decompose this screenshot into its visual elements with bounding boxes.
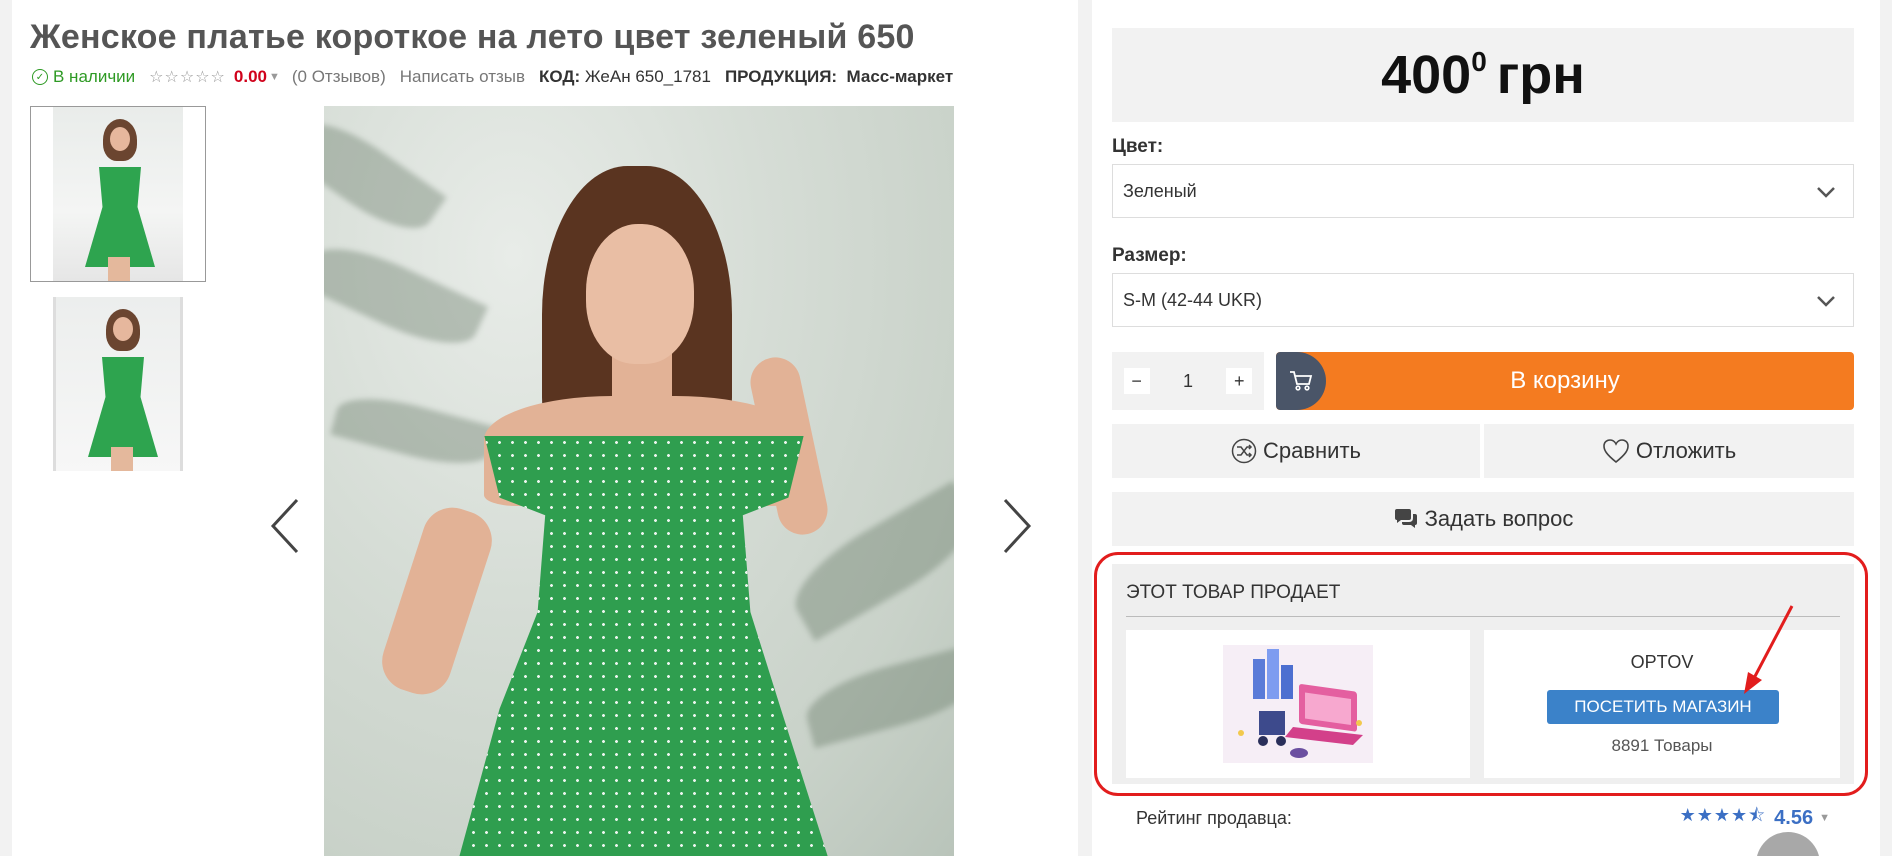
product-gallery-panel: Женское платье короткое на лето цвет зел… [12,0,1078,856]
code-value: ЖеАн 650_1781 [584,67,711,86]
compare-button[interactable]: Сравнить [1112,424,1480,478]
product-production: ПРОДУКЦИЯ: Масс-маркет [725,67,953,87]
price-main: 400 [1381,45,1472,105]
product-purchase-panel: 400 0 грн Цвет: Зеленый Размер: S-M (42-44… [1092,0,1880,856]
stock-status-label: В наличии [53,67,136,86]
chat-bubbles-icon [1394,509,1417,528]
size-select[interactable]: S-M (42-44 UKR) [1112,273,1854,327]
price-cents: 0 [1471,46,1487,77]
product-meta-row: ✓ В наличии ☆☆☆☆☆ 0.00 ▼ (0 Отзывов) Нап… [32,66,967,88]
production-value[interactable]: Масс-маркет [847,67,954,86]
ask-question-label: Задать вопрос [1424,506,1574,531]
check-circle-icon: ✓ [32,69,48,85]
chevron-down-icon [1817,187,1835,198]
product-title: Женское платье короткое на лето цвет зел… [30,18,915,56]
main-product-image[interactable] [324,106,954,856]
seller-logo [1223,645,1373,763]
ask-question-button[interactable]: Задать вопрос [1112,492,1854,546]
seller-rating[interactable]: ★★★★⯪ 4.56 ▼ [1680,803,1830,833]
stock-status: ✓ В наличии [32,67,135,87]
chevron-down-icon [1817,296,1835,307]
seller-section: ЭТОТ ТОВАР ПРОДАЕТ OPTOV ПОСЕТИТЬ МАГАЗИ… [1112,564,1854,784]
seller-goods-count: 8891 Товары [1611,736,1713,755]
chevron-right-icon [1003,498,1032,554]
divider [1126,616,1840,617]
chevron-left-icon [270,498,299,554]
seller-rating-value: 4.56 [1774,806,1814,829]
gallery-next-button[interactable] [998,491,1038,561]
gallery-thumbnail-2[interactable] [30,296,206,472]
seller-name[interactable]: OPTOV [1484,652,1840,673]
color-select-value: Зеленый [1123,180,1197,201]
heart-icon [1603,439,1629,464]
caret-down-icon[interactable]: ▼ [269,71,280,83]
code-label: КОД: [539,67,581,86]
product-code: КОД: ЖеАн 650_1781 [539,67,711,87]
size-label: Размер: [1112,245,1187,266]
size-select-value: S-M (42-44 UKR) [1123,289,1263,310]
caret-down-icon: ▼ [1819,812,1830,824]
gallery-thumbnail-1[interactable] [30,106,206,282]
add-to-cart-label: В корзину [1510,367,1620,394]
seller-section-title: ЭТОТ ТОВАР ПРОДАЕТ [1126,582,1341,603]
product-rating-value[interactable]: 0.00 [234,67,267,87]
quantity-decrease-button[interactable]: − [1123,368,1150,394]
gallery-prev-button[interactable] [264,491,304,561]
color-select[interactable]: Зеленый [1112,164,1854,218]
product-price: 400 0 грн [1381,44,1585,106]
reviews-count-link[interactable]: (0 Отзывов) [292,67,386,87]
quantity-input[interactable]: 1 [1173,371,1203,392]
compare-label: Сравнить [1262,438,1362,463]
thumbnail-image [53,297,183,471]
thumbnail-image [53,107,183,281]
price-currency: грн [1496,45,1585,105]
compare-icon [1231,438,1257,464]
seller-info-card: OPTOV ПОСЕТИТЬ МАГАЗИН 8891 Товары [1484,630,1840,778]
seller-rating-stars: ★★★★⯪ [1679,805,1767,825]
seller-rating-label: Рейтинг продавца: [1136,807,1292,828]
seller-rating-row: Рейтинг продавца: ★★★★⯪ 4.56 ▼ [1122,798,1844,838]
price-box: 400 0 грн [1112,28,1854,122]
production-label: ПРОДУКЦИЯ: [724,67,838,86]
wishlist-label: Отложить [1635,438,1737,463]
visit-store-button[interactable]: ПОСЕТИТЬ МАГАЗИН [1547,690,1779,724]
quantity-stepper: − 1 + [1112,352,1264,410]
add-to-cart-button[interactable]: В корзину [1276,352,1854,410]
write-review-link[interactable]: Написать отзыв [400,67,525,87]
color-label: Цвет: [1112,136,1164,157]
wishlist-button[interactable]: Отложить [1484,424,1854,478]
cart-icon [1276,352,1326,410]
quantity-increase-button[interactable]: + [1226,368,1253,394]
product-rating-stars[interactable]: ☆☆☆☆☆ [149,67,226,87]
seller-logo-card[interactable] [1126,630,1470,778]
